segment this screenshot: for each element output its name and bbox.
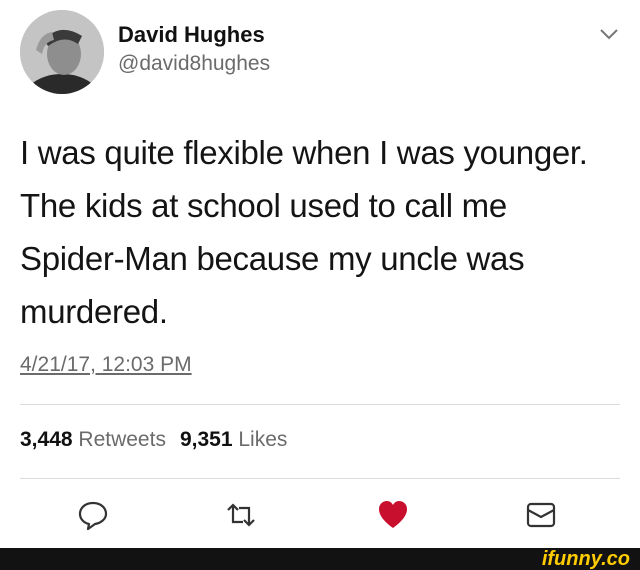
retweets-count: 3,448	[20, 428, 73, 451]
retweet-icon[interactable]	[224, 498, 258, 532]
heart-icon[interactable]	[376, 498, 410, 532]
tweet-text-line: Spider-Man because my uncle was	[20, 240, 525, 277]
likes-stat[interactable]: 9,351 Likes	[180, 428, 287, 451]
retweets-stat[interactable]: 3,448 Retweets	[20, 428, 166, 451]
likes-label: Likes	[238, 428, 288, 451]
tweet-stats: 3,448 Retweets 9,351 Likes	[20, 428, 287, 452]
tweet-timestamp[interactable]: 4/21/17, 12:03 PM	[20, 353, 192, 377]
retweets-label: Retweets	[78, 428, 166, 451]
watermark-bar: ifunny.co	[0, 548, 640, 570]
chevron-down-icon[interactable]	[598, 26, 620, 42]
tweet-text-line: The kids at school used to call me	[20, 187, 507, 224]
envelope-icon[interactable]	[524, 498, 558, 532]
avatar-photo	[20, 10, 104, 94]
divider	[20, 478, 620, 479]
likes-count: 9,351	[179, 428, 233, 451]
tweet-card: David Hughes @david8hughes I was quite f…	[0, 0, 640, 548]
tweet-text-line: murdered.	[20, 293, 168, 330]
ifunny-watermark: ifunny.co	[541, 548, 630, 570]
tweet-text-line: I was quite flexible when I was younger.	[20, 134, 588, 171]
divider	[20, 404, 620, 405]
display-name[interactable]: David Hughes	[118, 22, 265, 48]
tweet-text: I was quite flexible when I was younger.…	[20, 126, 620, 338]
avatar[interactable]	[20, 10, 104, 94]
reply-icon[interactable]	[76, 498, 110, 532]
user-handle[interactable]: @david8hughes	[118, 52, 270, 76]
